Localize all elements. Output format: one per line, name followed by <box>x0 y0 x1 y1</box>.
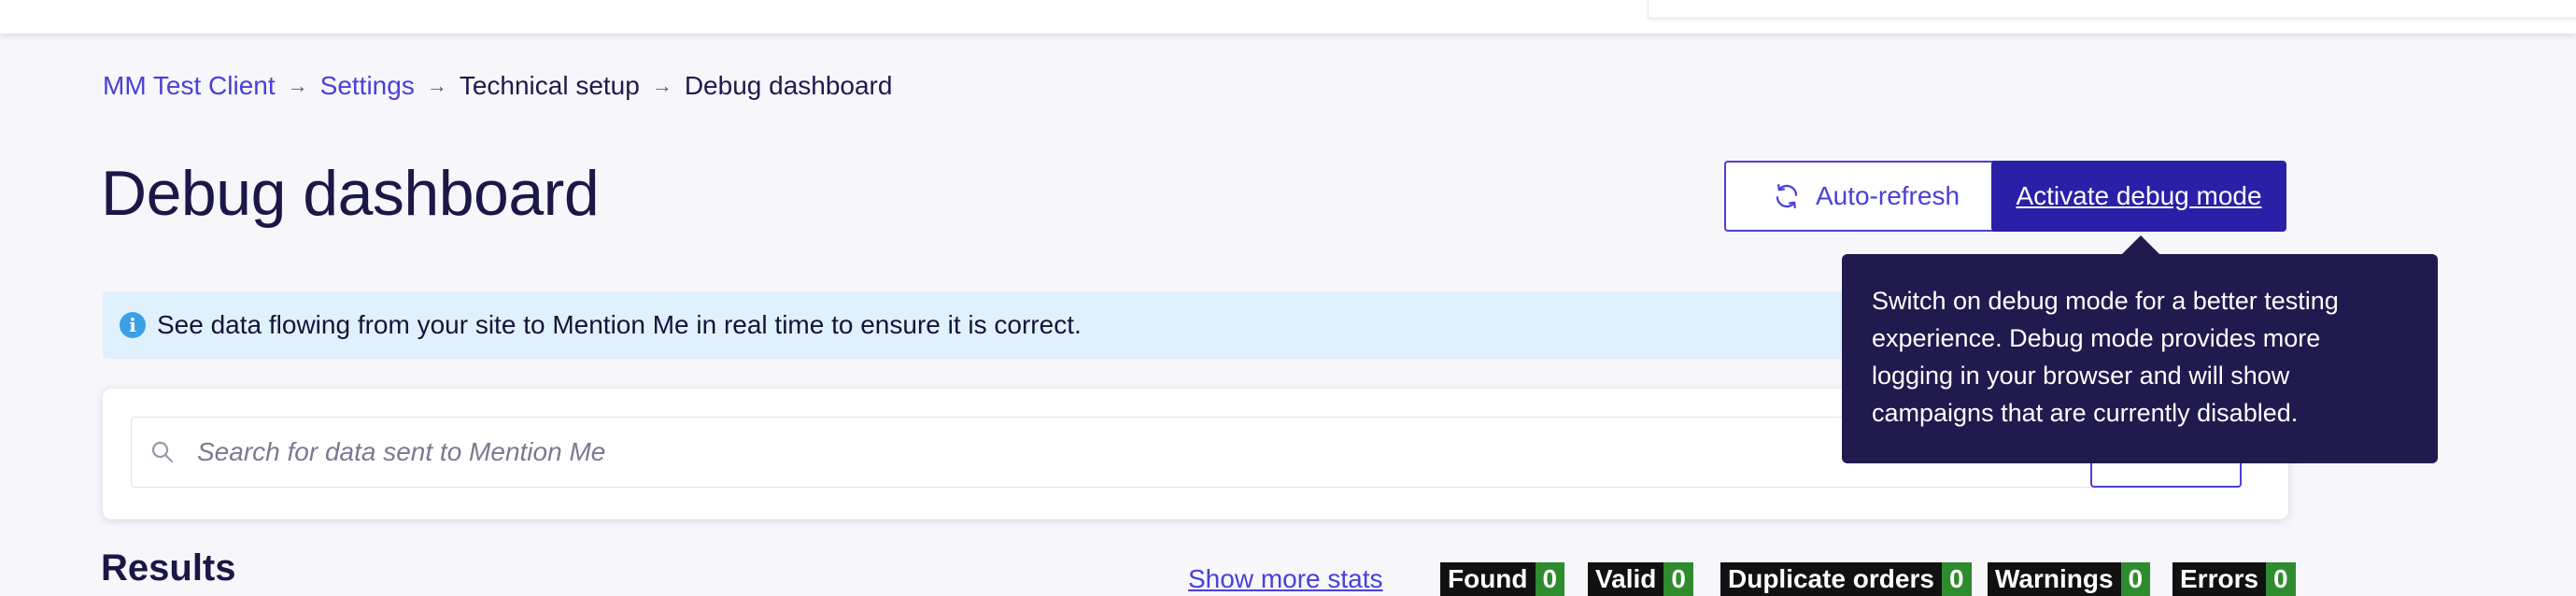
breadcrumb-item-technical-setup: Technical setup <box>459 71 640 100</box>
info-icon: i <box>120 312 146 338</box>
auto-refresh-button[interactable]: Auto-refresh <box>1724 161 2008 232</box>
stat-label: Errors <box>2173 562 2267 596</box>
activate-debug-mode-button[interactable]: Activate debug mode <box>1991 161 2286 232</box>
breadcrumb-item-current: Debug dashboard <box>684 71 893 100</box>
search-icon <box>151 441 174 463</box>
stat-count: 0 <box>1663 562 1693 596</box>
page-title: Debug dashboard <box>101 158 600 229</box>
info-banner-text: See data flowing from your site to Menti… <box>157 310 1082 339</box>
stat-duplicate-orders: Duplicate orders 0 <box>1720 562 1972 596</box>
arrow-right-icon: → <box>287 74 308 97</box>
stat-found: Found 0 <box>1440 562 1565 596</box>
stat-count: 0 <box>2266 562 2296 596</box>
stat-count: 0 <box>1535 562 1565 596</box>
stat-valid: Valid 0 <box>1588 562 1693 596</box>
stat-count: 0 <box>1941 562 1972 596</box>
breadcrumb: MM Test Client → Settings → Technical se… <box>103 69 892 103</box>
breadcrumb-item-client[interactable]: MM Test Client <box>103 71 276 101</box>
stat-errors: Errors 0 <box>2173 562 2296 596</box>
arrow-right-icon: → <box>651 74 672 97</box>
breadcrumb-item-settings[interactable]: Settings <box>320 71 415 101</box>
stat-label: Valid <box>1588 562 1664 596</box>
stat-warnings: Warnings 0 <box>1988 562 2151 596</box>
arrow-right-icon: → <box>426 74 447 97</box>
auto-refresh-label: Auto-refresh <box>1815 181 1960 210</box>
show-more-stats-link[interactable]: Show more stats <box>1188 564 1383 594</box>
debug-mode-tooltip: Switch on debug mode for a better testin… <box>1842 254 2438 463</box>
top-bar-panel <box>1648 0 2576 19</box>
stat-count: 0 <box>2120 562 2151 596</box>
refresh-icon <box>1776 184 1798 208</box>
tooltip-arrow <box>2122 235 2159 254</box>
stat-label: Duplicate orders <box>1720 562 1942 596</box>
activate-debug-mode-label: Activate debug mode <box>2016 181 2262 210</box>
results-title: Results <box>101 547 236 589</box>
stat-label: Warnings <box>1988 562 2121 596</box>
stat-label: Found <box>1440 562 1536 596</box>
